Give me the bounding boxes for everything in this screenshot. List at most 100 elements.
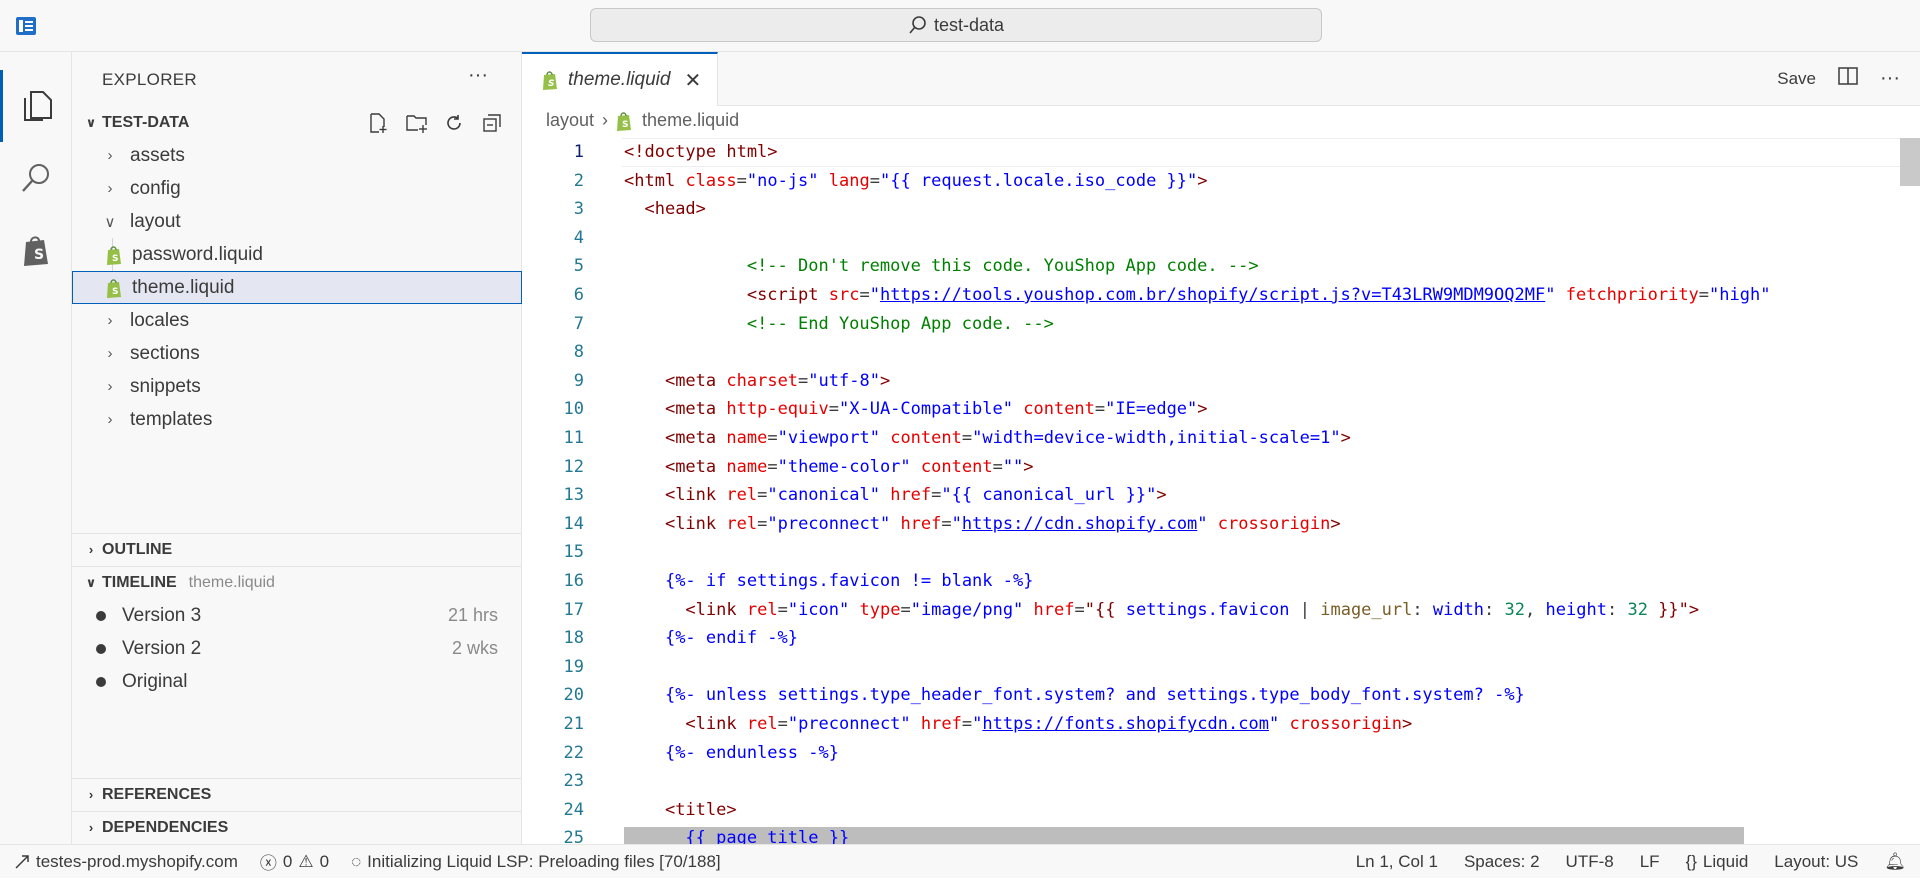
remote-icon (15, 854, 29, 869)
chevron-down-icon: ∨ (85, 114, 97, 130)
end-of-line[interactable]: LF (1640, 852, 1660, 872)
code-line: 21 <link rel="preconnect" href="https://… (563, 714, 1413, 734)
timeline-entry-label: Version 2 (122, 637, 202, 659)
breadcrumb-folder[interactable]: layout (546, 110, 594, 131)
timeline-entry[interactable]: Version 3 21 hrs (72, 599, 522, 632)
new-file-icon[interactable] (368, 112, 388, 133)
editor-scrollbar[interactable] (1900, 138, 1920, 186)
code-line: 10 <meta http-equiv="X-UA-Compatible" co… (563, 399, 1208, 420)
command-center-label: test-data (933, 14, 1005, 35)
chevron-right-icon: › (88, 542, 94, 557)
tree-item-snippets[interactable]: › snippets (72, 370, 522, 403)
folder-section-header[interactable]: ∨ TEST-DATA (72, 106, 522, 139)
svg-text:S: S (112, 287, 118, 297)
shopify-file-icon: S (617, 111, 632, 131)
notifications-bell-icon[interactable]: 🔔︎ (1884, 852, 1906, 872)
code-line: 1 <!doctype html> (522, 138, 1920, 167)
close-icon[interactable]: ✕ (684, 68, 701, 93)
tree-item-config[interactable]: › config (72, 172, 522, 205)
timeline-section-header[interactable]: ∨ TIMELINE theme.liquid (72, 566, 522, 599)
search-icon (909, 16, 926, 34)
editor-actions: Save ··· (1777, 66, 1900, 91)
code-line: 14 <link rel="preconnect" href="https://… (563, 513, 1341, 534)
dependencies-section-header[interactable]: › DEPENDENCIES (72, 811, 522, 844)
timeline-dot-icon (96, 610, 106, 621)
command-center-search[interactable]: test-data (590, 8, 1322, 42)
tree-item-label: sections (130, 342, 200, 364)
problems-indicator[interactable]: ⓧ 0 ⚠ 0 (260, 849, 329, 874)
timeline-dot-icon (96, 643, 106, 654)
timeline-entry[interactable]: Original (72, 665, 522, 698)
timeline-entry-time: 2 wks (451, 638, 498, 658)
code-line: 8 (573, 342, 584, 363)
tree-item-layout[interactable]: ∨ layout (72, 205, 522, 238)
language-mode[interactable]: {} Liquid (1686, 852, 1749, 872)
encoding[interactable]: UTF-8 (1566, 852, 1614, 872)
new-folder-icon[interactable] (406, 113, 427, 133)
indentation[interactable]: Spaces: 2 (1464, 852, 1540, 872)
code-line: 19 (563, 656, 584, 677)
shopify-activity-button[interactable]: S (0, 214, 72, 286)
remote-indicator[interactable]: testes-prod.myshopify.com (14, 852, 238, 872)
tree-item-theme-liquid[interactable]: S theme.liquid (72, 271, 522, 304)
more-actions-icon[interactable]: ··· (1880, 67, 1900, 90)
tree-item-label: assets (130, 144, 185, 166)
refresh-icon[interactable] (444, 113, 464, 133)
editor-tabs: S theme.liquid ✕ Save ··· (522, 52, 1920, 106)
remote-label: testes-prod.myshopify.com (36, 851, 238, 871)
tree-item-locales[interactable]: › locales (72, 304, 522, 337)
spinner-icon: ◌ (351, 851, 362, 871)
code-line: 7 <!-- End YouShop App code. --> (573, 313, 1054, 334)
app-logo-icon (16, 17, 36, 35)
code-line: 11 <meta name="viewport" content="width=… (563, 428, 1351, 448)
dependencies-label: DEPENDENCIES (102, 818, 229, 836)
code-editor[interactable]: 1 <!doctype html> 2 <html class="no-js" la… (522, 138, 1920, 844)
tree-item-assets[interactable]: › assets (72, 139, 522, 172)
shopify-bag-icon: S (24, 236, 48, 266)
cursor-position[interactable]: Ln 1, Col 1 (1356, 852, 1438, 872)
code-line: 2 <html class="no-js" lang="{{ request.lo… (573, 170, 1208, 191)
code-line: 24 <title> (563, 799, 737, 820)
chevron-right-icon: › (107, 378, 113, 395)
code-line: 22 {%- endunless -%} (563, 742, 839, 763)
chevron-right-icon: › (602, 110, 609, 130)
collapse-all-icon[interactable] (482, 113, 502, 133)
chevron-right-icon: › (107, 312, 113, 329)
explorer-activity-button[interactable] (0, 70, 72, 142)
tree-item-password-liquid[interactable]: S password.liquid (72, 238, 522, 271)
timeline-entry[interactable]: Version 2 2 wks (72, 632, 522, 665)
outline-section-header[interactable]: › OUTLINE (72, 533, 522, 566)
tree-item-label: templates (130, 408, 213, 430)
chevron-down-icon: ∨ (85, 574, 97, 590)
lsp-progress-label: Initializing Liquid LSP: Preloading file… (367, 851, 721, 871)
chevron-right-icon: › (88, 787, 94, 802)
search-icon (22, 164, 49, 192)
timeline-entry-label: Version 3 (122, 604, 202, 626)
status-bar: testes-prod.myshopify.com ⓧ 0 ⚠ 0 ◌ Init… (0, 844, 1920, 878)
lsp-progress: ◌ Initializing Liquid LSP: Preloading fi… (351, 852, 721, 872)
save-button[interactable]: Save (1777, 69, 1816, 89)
search-activity-button[interactable] (0, 142, 72, 214)
timeline-dot-icon (96, 676, 106, 687)
timeline-label: TIMELINE (102, 573, 177, 591)
tab-theme-liquid[interactable]: S theme.liquid ✕ (522, 52, 718, 106)
tree-item-templates[interactable]: › templates (72, 403, 522, 436)
keyboard-layout[interactable]: Layout: US (1774, 852, 1858, 872)
references-section-header[interactable]: › REFERENCES (72, 778, 522, 811)
warning-count: 0 (319, 851, 330, 871)
split-editor-icon[interactable] (1838, 66, 1858, 91)
tree-item-label: password.liquid (132, 243, 263, 265)
more-actions-icon[interactable]: ··· (468, 64, 488, 87)
files-icon (23, 91, 52, 121)
code-line: 3 <head> (573, 199, 706, 220)
error-count: 0 (282, 851, 293, 871)
tree-item-label: theme.liquid (132, 276, 235, 298)
code-line: 6 <script src="https://tools.youshop.com… (573, 285, 1771, 305)
root-folder-label: TEST-DATA (102, 113, 190, 131)
breadcrumb: layout › S theme.liquid (546, 110, 739, 131)
breadcrumb-file[interactable]: theme.liquid (642, 110, 739, 131)
tree-item-sections[interactable]: › sections (72, 337, 522, 370)
sidebar-title: EXPLORER (102, 70, 197, 89)
error-icon: ⓧ (259, 854, 277, 873)
explorer-sidebar: EXPLORER ··· ∨ TEST-DATA › assets › conf… (72, 52, 522, 844)
